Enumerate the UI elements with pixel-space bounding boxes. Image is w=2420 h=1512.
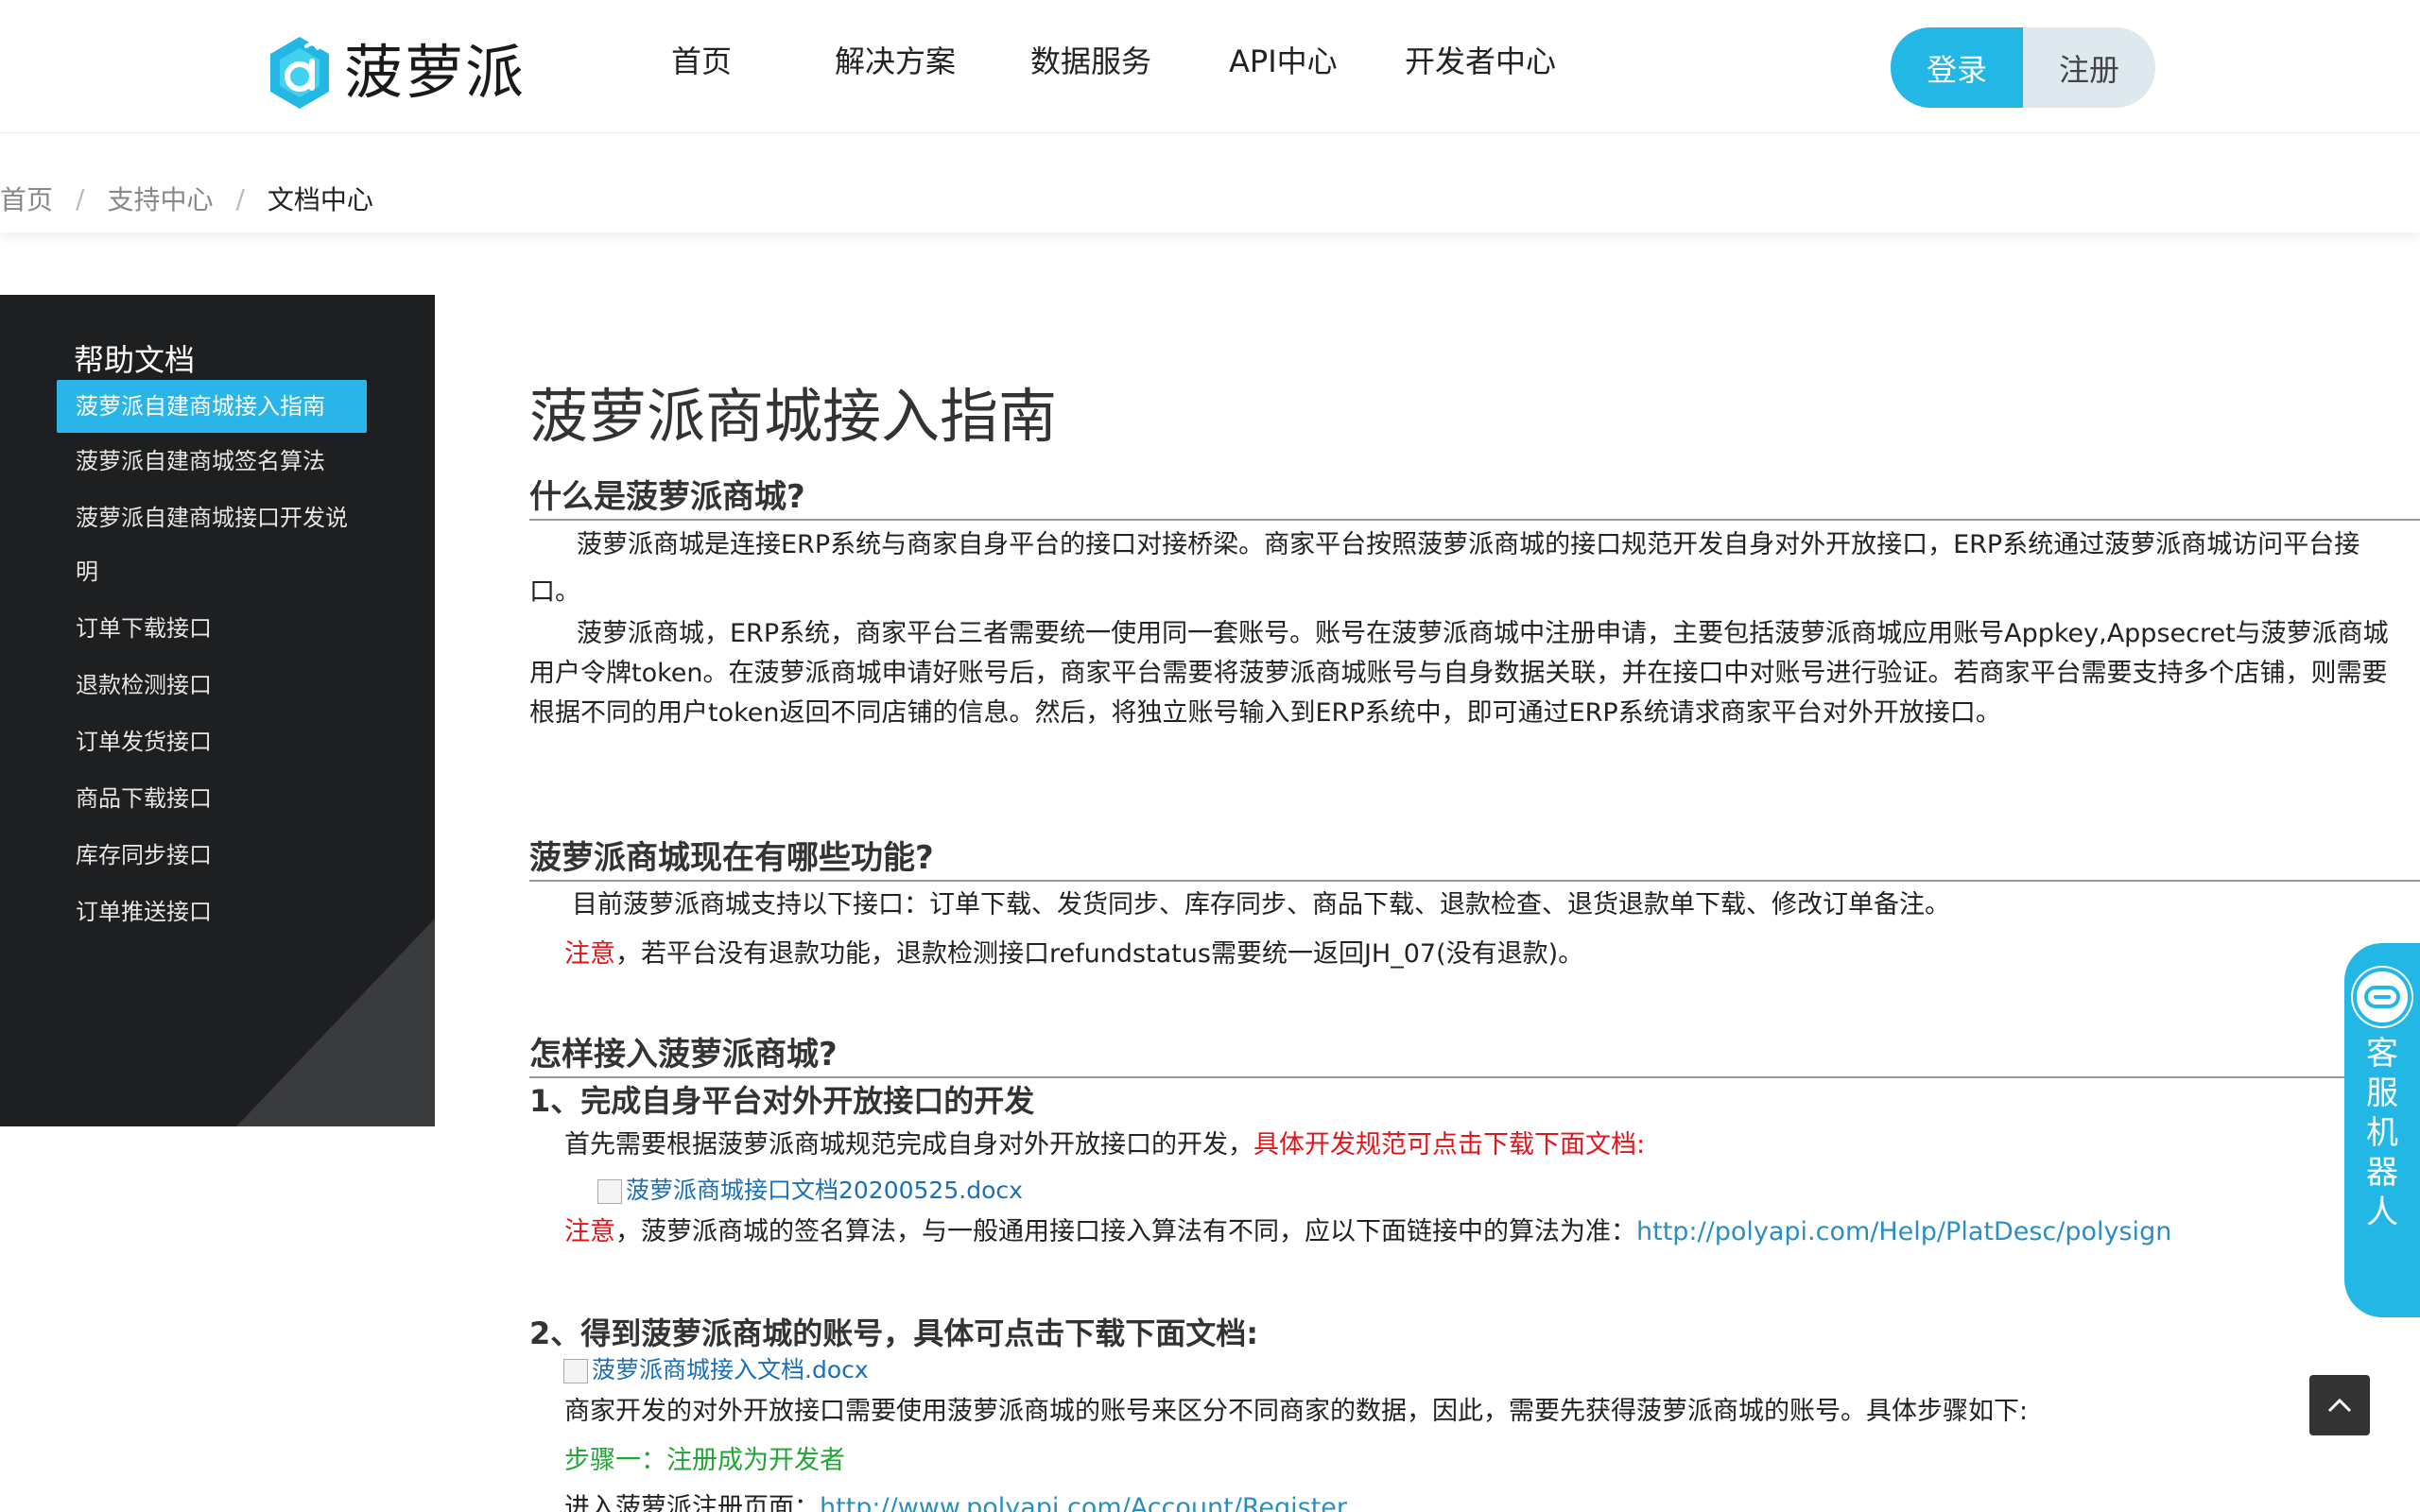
breadcrumb-bar: 首页 / 支持中心 / 文档中心 <box>0 134 2420 232</box>
doc-link-1[interactable]: 菠萝派商城接口文档20200525.docx <box>626 1177 1023 1204</box>
step-a-label: 步骤一：注册成为开发者 <box>564 1446 845 1475</box>
nav-item-data-service[interactable]: 数据服务 <box>1030 38 1151 85</box>
breadcrumb: 首页 / 支持中心 / 文档中心 <box>0 180 373 217</box>
label-char: 器 <box>2366 1154 2398 1192</box>
top-header: 菠萝派 首页 解决方案 数据服务 API中心 开发者中心 登录 注册 <box>0 0 2420 133</box>
label-char: 客 <box>2366 1035 2398 1073</box>
auth-buttons: 登录 注册 <box>1891 27 2155 108</box>
sidebar-item-order-push[interactable]: 订单推送接口 <box>57 897 367 927</box>
breadcrumb-home[interactable]: 首页 <box>0 180 53 217</box>
sidebar-decoration <box>236 919 435 1126</box>
sidebar-item-sign-algorithm[interactable]: 菠萝派自建商城签名算法 <box>57 446 367 476</box>
step-2-title: 2、得到菠萝派商城的账号，具体可点击下载下面文档: <box>529 1315 1259 1351</box>
section-title-how: 怎样接入菠萝派商城? <box>529 1028 2420 1078</box>
register-line: 进入菠萝派注册页面：http://www.polyapi.com/Account… <box>564 1489 1347 1512</box>
breadcrumb-separator: / <box>235 182 245 215</box>
customer-service-widget[interactable]: 客 服 机 器 人 <box>2344 943 2420 1317</box>
note-label: 注意 <box>564 1217 615 1246</box>
login-button[interactable]: 登录 <box>1891 27 2023 108</box>
section-features-text: 目前菠萝派商城支持以下接口：订单下载、发货同步、库存同步、商品下载、退款检查、退… <box>572 890 1950 919</box>
sidebar-item-api-dev-desc[interactable]: 菠萝派自建商城接口开发说 <box>57 503 367 533</box>
sidebar-item-order-download[interactable]: 订单下载接口 <box>57 613 367 644</box>
sidebar-item-access-guide[interactable]: 菠萝派自建商城接入指南 <box>57 380 367 433</box>
breadcrumb-support[interactable]: 支持中心 <box>107 180 213 217</box>
section-what-para-1: 菠萝派商城是连接ERP系统与商家自身平台的接口对接桥梁。商家平台按照菠萝派商城的… <box>529 530 2360 607</box>
doc-download-1[interactable]: 菠萝派商城接口文档20200525.docx <box>597 1172 1023 1210</box>
help-sidebar: 帮助文档 菠萝派自建商城接入指南 菠萝派自建商城签名算法 菠萝派自建商城接口开发… <box>0 295 435 1126</box>
nav-item-developer-center[interactable]: 开发者中心 <box>1405 38 1556 85</box>
note-text: ，菠萝派商城的签名算法，与一般通用接口接入算法有不同，应以下面链接中的算法为准： <box>615 1217 1636 1246</box>
register-button[interactable]: 注册 <box>2023 27 2155 108</box>
sidebar-item-product-download[interactable]: 商品下载接口 <box>57 783 367 814</box>
back-to-top-button[interactable] <box>2309 1375 2370 1435</box>
pineapple-logo-icon <box>270 37 329 109</box>
breadcrumb-current: 文档中心 <box>267 184 373 215</box>
broken-image-icon <box>597 1178 622 1204</box>
register-link[interactable]: http://www.polyapi.com/Account/Register <box>820 1493 1347 1512</box>
breadcrumb-separator: / <box>76 182 85 215</box>
sign-algorithm-link[interactable]: http://polyapi.com/Help/PlatDesc/polysig… <box>1636 1217 2171 1246</box>
sidebar-item-api-dev-desc-cont[interactable]: 明 <box>57 557 367 587</box>
section-title-what: 什么是菠萝派商城? <box>529 471 2420 521</box>
nav-item-home[interactable]: 首页 <box>671 38 732 85</box>
section-what-para-2: 菠萝派商城，ERP系统，商家平台三者需要统一使用同一套账号。账号在菠萝派商城中注… <box>529 619 2389 728</box>
sidebar-item-stock-sync[interactable]: 库存同步接口 <box>57 840 367 870</box>
step-1-desc: 首先需要根据菠萝派商城规范完成自身对外开放接口的开发， <box>564 1130 1253 1160</box>
section-title-features: 菠萝派商城现在有哪些功能? <box>529 832 2420 882</box>
nav-item-solutions[interactable]: 解决方案 <box>835 38 956 85</box>
register-text: 进入菠萝派注册页面： <box>564 1493 820 1512</box>
note-text: ，若平台没有退款功能，退款检测接口refundstatus需要统一返回JH_07… <box>615 939 1584 969</box>
sidebar-item-refund-check[interactable]: 退款检测接口 <box>57 670 367 700</box>
step-1-note: 注意，菠萝派商城的签名算法，与一般通用接口接入算法有不同，应以下面链接中的算法为… <box>564 1213 2171 1251</box>
logo-text: 菠萝派 <box>344 38 527 107</box>
label-char: 服 <box>2366 1074 2398 1112</box>
step-2-text: 商家开发的对外开放接口需要使用菠萝派商城的账号来区分不同商家的数据，因此，需要先… <box>564 1397 2029 1426</box>
broken-image-icon <box>563 1358 588 1383</box>
label-char: 人 <box>2366 1194 2398 1231</box>
step-1-title: 1、完成自身平台对外开放接口的开发 <box>529 1083 1035 1119</box>
page-title: 菠萝派商城接入指南 <box>529 382 1058 451</box>
step-1-text: 首先需要根据菠萝派商城规范完成自身对外开放接口的开发，具体开发规范可点击下载下面… <box>564 1126 1645 1164</box>
robot-icon <box>2353 968 2411 1026</box>
section-features-note: 注意，若平台没有退款功能，退款检测接口refundstatus需要统一返回JH_… <box>564 936 1583 973</box>
sidebar-item-order-ship[interactable]: 订单发货接口 <box>57 727 367 757</box>
doc-download-2[interactable]: 菠萝派商城接入文档.docx <box>563 1351 869 1389</box>
customer-service-label: 客 服 机 器 人 <box>2344 1034 2420 1232</box>
doc-link-2[interactable]: 菠萝派商城接入文档.docx <box>592 1356 869 1383</box>
nav-item-api-center[interactable]: API中心 <box>1229 38 1338 85</box>
step-1-red-hint: 具体开发规范可点击下载下面文档: <box>1253 1130 1646 1160</box>
chevron-up-icon <box>2327 1398 2352 1413</box>
note-label: 注意 <box>564 939 615 969</box>
label-char: 机 <box>2366 1114 2398 1152</box>
logo[interactable]: 菠萝派 <box>265 35 526 111</box>
sidebar-title: 帮助文档 <box>74 342 196 378</box>
